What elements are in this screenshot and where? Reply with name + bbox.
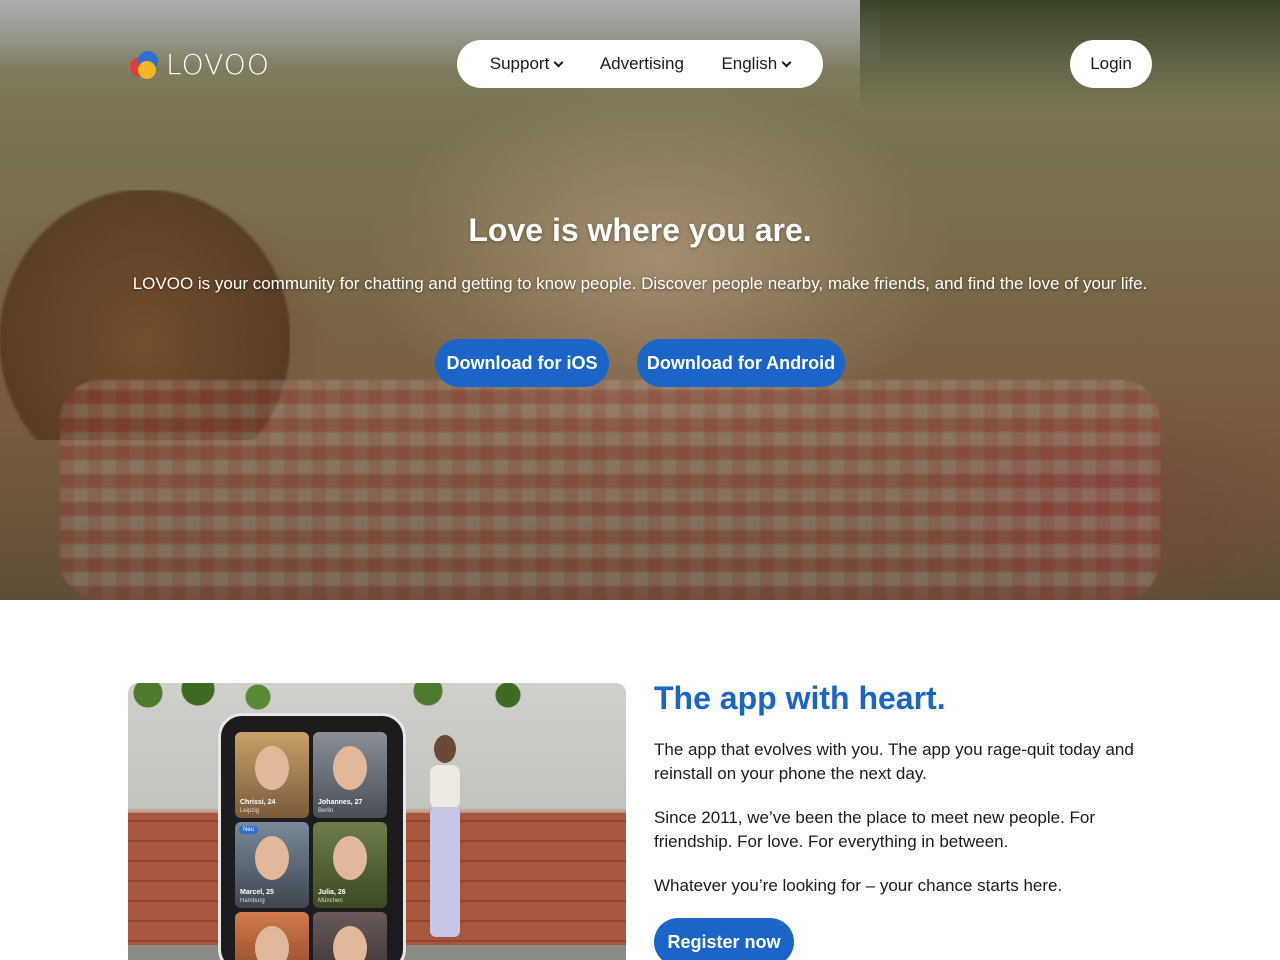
app-promo-image: Chrissi, 24 Leipzig Johannes, 27 Berlin … xyxy=(128,683,626,960)
language-label: English xyxy=(721,54,778,73)
profile-card: Chrissi, 24 Leipzig xyxy=(235,732,309,818)
profile-grid: Chrissi, 24 Leipzig Johannes, 27 Berlin … xyxy=(235,732,389,960)
new-badge: Neu xyxy=(239,826,259,834)
lovoo-logo-icon xyxy=(128,49,160,81)
logo-text: LOVOO xyxy=(166,48,270,81)
download-ios-button[interactable]: Download for iOS xyxy=(435,339,609,387)
hero-subtitle: LOVOO is your community for chatting and… xyxy=(132,274,1148,293)
profile-name: Julia, 26 xyxy=(318,889,346,896)
profile-name: Johannes, 27 xyxy=(318,799,363,806)
profile-city: Hamburg xyxy=(240,898,265,904)
app-section-title: The app with heart. xyxy=(654,680,946,716)
chevron-down-icon xyxy=(781,57,792,67)
language-selector[interactable]: English xyxy=(721,54,792,74)
chevron-down-icon xyxy=(553,57,564,67)
profile-card: Johannes, 27 Berlin xyxy=(313,732,387,818)
nav-support[interactable]: Support xyxy=(489,54,564,74)
woman-figure xyxy=(424,735,468,947)
profile-card xyxy=(313,912,387,960)
profile-name: Chrissi, 24 xyxy=(240,799,276,806)
profile-card: Neu Marcel, 25 Hamburg xyxy=(235,822,309,908)
hero-banner: LOVOO Support Advertising English Login … xyxy=(0,0,1280,600)
profile-city: Leipzig xyxy=(240,808,260,814)
nav-advertising-label: Advertising xyxy=(599,54,684,73)
profile-name: Marcel, 25 xyxy=(240,889,274,896)
login-button[interactable]: Login xyxy=(1070,40,1152,88)
logo[interactable]: LOVOO xyxy=(128,48,270,81)
profile-card: Julia, 26 München xyxy=(313,822,387,908)
app-paragraph-3: Whatever you’re looking for – your chanc… xyxy=(654,876,1063,895)
hero-title: Love is where you are. xyxy=(468,212,812,248)
profile-city: Berlin xyxy=(318,808,334,814)
app-paragraph-2: Since 2011, we’ve been the place to meet… xyxy=(654,808,1096,851)
nav-support-label: Support xyxy=(489,54,550,73)
register-button[interactable]: Register now xyxy=(654,918,794,960)
main-nav: Support Advertising English xyxy=(457,40,823,88)
profile-city: München xyxy=(318,898,343,904)
profile-card xyxy=(235,912,309,960)
nav-advertising[interactable]: Advertising xyxy=(600,54,684,74)
download-android-button[interactable]: Download for Android xyxy=(637,339,845,387)
phone-mockup: Chrissi, 24 Leipzig Johannes, 27 Berlin … xyxy=(218,713,406,960)
hero-overlay xyxy=(0,0,1280,600)
app-paragraph-1: The app that evolves with you. The app y… xyxy=(654,740,1134,783)
